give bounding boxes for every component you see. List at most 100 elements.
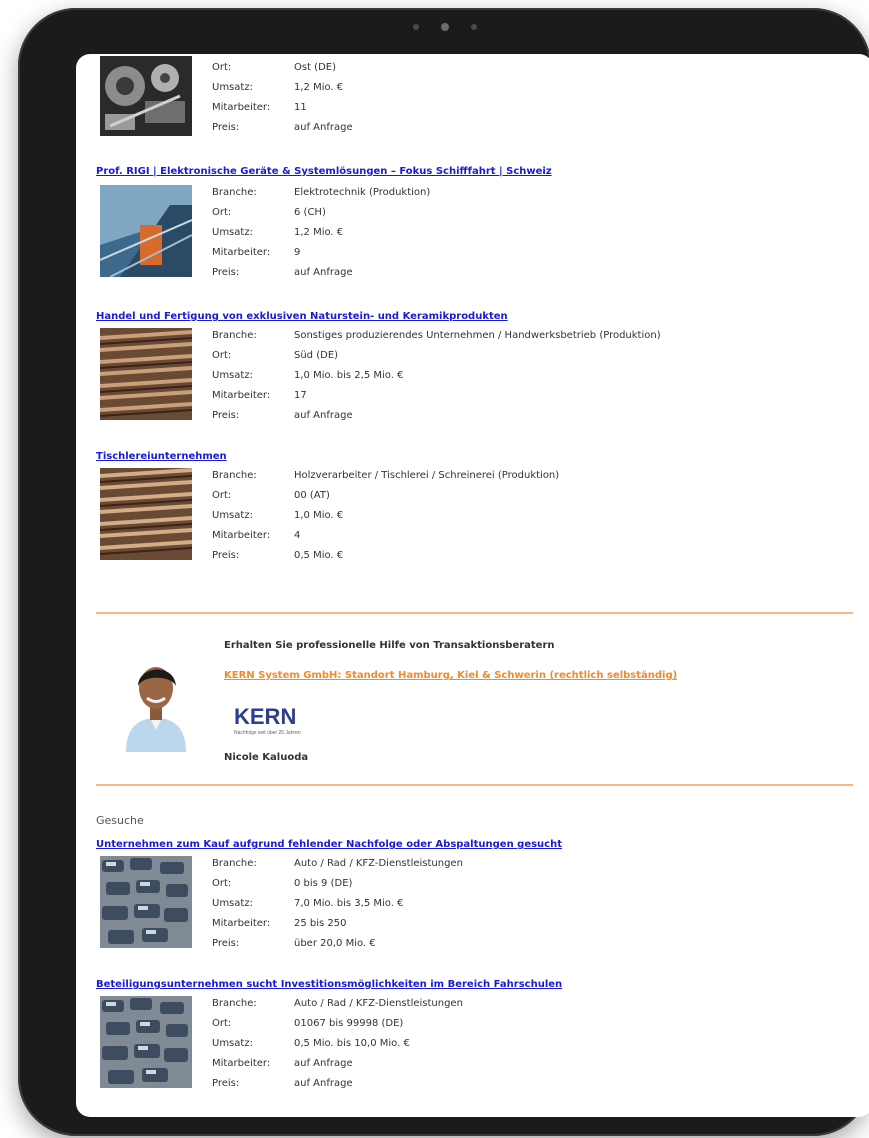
- tablet-camera-bar: [412, 23, 477, 31]
- detail-key: Ort:: [212, 62, 232, 73]
- detail-value: auf Anfrage: [294, 1058, 353, 1069]
- detail-key: Branche:: [212, 470, 257, 481]
- detail-value: auf Anfrage: [294, 267, 353, 278]
- detail-value: 00 (AT): [294, 490, 330, 501]
- detail-row: Preis: auf Anfrage: [212, 406, 661, 426]
- detail-row: Ort: 6 (CH): [212, 203, 430, 223]
- detail-key: Umsatz:: [212, 82, 253, 93]
- listing-title-link[interactable]: Prof. RIGI | Elektronische Geräte & Syst…: [96, 165, 856, 179]
- detail-value: 01067 bis 99998 (DE): [294, 1018, 404, 1029]
- listing-details: Branche: Auto / Rad / KFZ-Dienstleistunge…: [212, 854, 463, 954]
- listing-title-link[interactable]: Unternehmen zum Kauf aufgrund fehlender …: [96, 838, 856, 852]
- detail-key: Branche:: [212, 998, 257, 1009]
- detail-row: Branche: Sonstiges produzierendes Unterne…: [212, 326, 661, 346]
- detail-value: Auto / Rad / KFZ-Dienstleistungen: [294, 998, 463, 1009]
- listing-details: Ort: Ost (DE) Umsatz: 1,2 Mio. € Mitarbeit…: [212, 58, 353, 138]
- section-label-gesuche: Gesuche: [96, 814, 144, 827]
- detail-value: Auto / Rad / KFZ-Dienstleistungen: [294, 858, 463, 869]
- detail-row: Branche: Elektrotechnik (Produktion): [212, 183, 430, 203]
- listing-item: Handel und Fertigung von exklusiven Natu…: [96, 310, 856, 421]
- listing-thumbnail-wood[interactable]: [99, 468, 193, 560]
- listing-details: Branche: Auto / Rad / KFZ-Dienstleistunge…: [212, 994, 463, 1094]
- detail-row: Umsatz: 7,0 Mio. bis 3,5 Mio. €: [212, 894, 463, 914]
- section-divider: [96, 784, 853, 786]
- detail-value: Holzverarbeiter / Tischlerei / Schreiner…: [294, 470, 560, 481]
- listing-title-link[interactable]: Handel und Fertigung von exklusiven Natu…: [96, 310, 856, 324]
- detail-row: Mitarbeiter: auf Anfrage: [212, 1054, 463, 1074]
- listing-thumbnail-machine[interactable]: [100, 56, 192, 148]
- detail-row: Mitarbeiter: 4: [212, 526, 559, 546]
- listing-item: Unternehmen zum Kauf aufgrund fehlender …: [96, 838, 856, 949]
- detail-value: 9: [294, 247, 301, 258]
- detail-value: 1,0 Mio. €: [294, 510, 344, 521]
- detail-row: Preis: auf Anfrage: [212, 263, 430, 283]
- detail-key: Preis:: [212, 938, 240, 949]
- detail-key: Ort:: [212, 207, 232, 218]
- sensor-dot: [470, 24, 477, 30]
- detail-value: 0 bis 9 (DE): [294, 878, 353, 889]
- detail-value: auf Anfrage: [294, 1078, 353, 1089]
- detail-value: 4: [294, 530, 301, 541]
- detail-row: Ort: 00 (AT): [212, 486, 559, 506]
- listing-title-link[interactable]: Tischlereiunternehmen: [96, 450, 856, 464]
- detail-row: Mitarbeiter: 25 bis 250: [212, 914, 463, 934]
- detail-key: Ort:: [212, 1018, 232, 1029]
- detail-key: Mitarbeiter:: [212, 918, 271, 929]
- detail-row: Preis: über 20,0 Mio. €: [212, 934, 463, 954]
- detail-key: Mitarbeiter:: [212, 390, 271, 401]
- detail-key: Preis:: [212, 1078, 240, 1089]
- detail-value: über 20,0 Mio. €: [294, 938, 376, 949]
- detail-row: Mitarbeiter: 9: [212, 243, 430, 263]
- detail-key: Mitarbeiter:: [212, 247, 271, 258]
- detail-value: Ost (DE): [294, 62, 337, 73]
- detail-key: Ort:: [212, 350, 232, 361]
- detail-key: Mitarbeiter:: [212, 102, 271, 113]
- detail-value: Sonstiges produzierendes Unternehmen / H…: [294, 330, 661, 341]
- detail-key: Mitarbeiter:: [212, 530, 271, 541]
- detail-key: Mitarbeiter:: [212, 1058, 271, 1069]
- detail-key: Umsatz:: [212, 1038, 253, 1049]
- detail-row: Umsatz: 1,0 Mio. bis 2,5 Mio. €: [212, 366, 661, 386]
- detail-value: 0,5 Mio. €: [294, 550, 344, 561]
- listing-title-link[interactable]: Beteiligungsunternehmen sucht Investitio…: [96, 978, 856, 992]
- detail-row: Umsatz: 1,2 Mio. €: [212, 78, 353, 98]
- detail-row: Branche: Auto / Rad / KFZ-Dienstleistunge…: [212, 854, 463, 874]
- kern-logo-tagline: Nachfolge seit über 25 Jahren: [234, 730, 301, 736]
- detail-value: 1,0 Mio. bis 2,5 Mio. €: [294, 370, 404, 381]
- section-divider: [96, 612, 853, 614]
- detail-row: Ort: Ost (DE): [212, 58, 353, 78]
- listing-thumbnail-stone[interactable]: [99, 328, 193, 420]
- detail-value: 7,0 Mio. bis 3,5 Mio. €: [294, 898, 404, 909]
- tablet-screen: Ort: Ost (DE) Umsatz: 1,2 Mio. € Mitarbeit…: [76, 54, 869, 1117]
- detail-value: 0,5 Mio. bis 10,0 Mio. €: [294, 1038, 410, 1049]
- detail-value: Süd (DE): [294, 350, 339, 361]
- detail-key: Ort:: [212, 878, 232, 889]
- advisor-heading: Erhalten Sie professionelle Hilfe von Tr…: [224, 640, 555, 651]
- detail-row: Preis: auf Anfrage: [212, 1074, 463, 1094]
- detail-row: Mitarbeiter: 17: [212, 386, 661, 406]
- detail-key: Preis:: [212, 410, 240, 421]
- listing-thumbnail-cars[interactable]: [100, 996, 192, 1088]
- detail-row: Umsatz: 1,0 Mio. €: [212, 506, 559, 526]
- listing-details: Branche: Elektrotechnik (Produktion) Ort:…: [212, 183, 430, 283]
- listing-thumbnail-cars[interactable]: [100, 856, 192, 948]
- detail-row: Preis: 0,5 Mio. €: [212, 546, 559, 566]
- tablet-frame: Ort: Ost (DE) Umsatz: 1,2 Mio. € Mitarbeit…: [18, 8, 869, 1136]
- detail-row: Umsatz: 0,5 Mio. bis 10,0 Mio. €: [212, 1034, 463, 1054]
- detail-row: Mitarbeiter: 11: [212, 98, 353, 118]
- detail-row: Branche: Holzverarbeiter / Tischlerei / S…: [212, 466, 559, 486]
- detail-row: Umsatz: 1,2 Mio. €: [212, 223, 430, 243]
- listing-thumbnail-electronics[interactable]: [99, 185, 193, 278]
- detail-key: Umsatz:: [212, 370, 253, 381]
- advisor-avatar: [116, 648, 196, 752]
- detail-key: Preis:: [212, 122, 240, 133]
- detail-value: 1,2 Mio. €: [294, 82, 344, 93]
- detail-value: auf Anfrage: [294, 410, 353, 421]
- detail-key: Branche:: [212, 187, 257, 198]
- detail-key: Umsatz:: [212, 227, 253, 238]
- listing-item: Beteiligungsunternehmen sucht Investitio…: [96, 978, 856, 1089]
- advisor-firm-link[interactable]: KERN System GmbH: Standort Hamburg, Kiel…: [224, 670, 677, 681]
- detail-key: Preis:: [212, 550, 240, 561]
- detail-key: Umsatz:: [212, 898, 253, 909]
- kern-logo: KERN Nachfolge seit über 25 Jahren: [232, 702, 332, 738]
